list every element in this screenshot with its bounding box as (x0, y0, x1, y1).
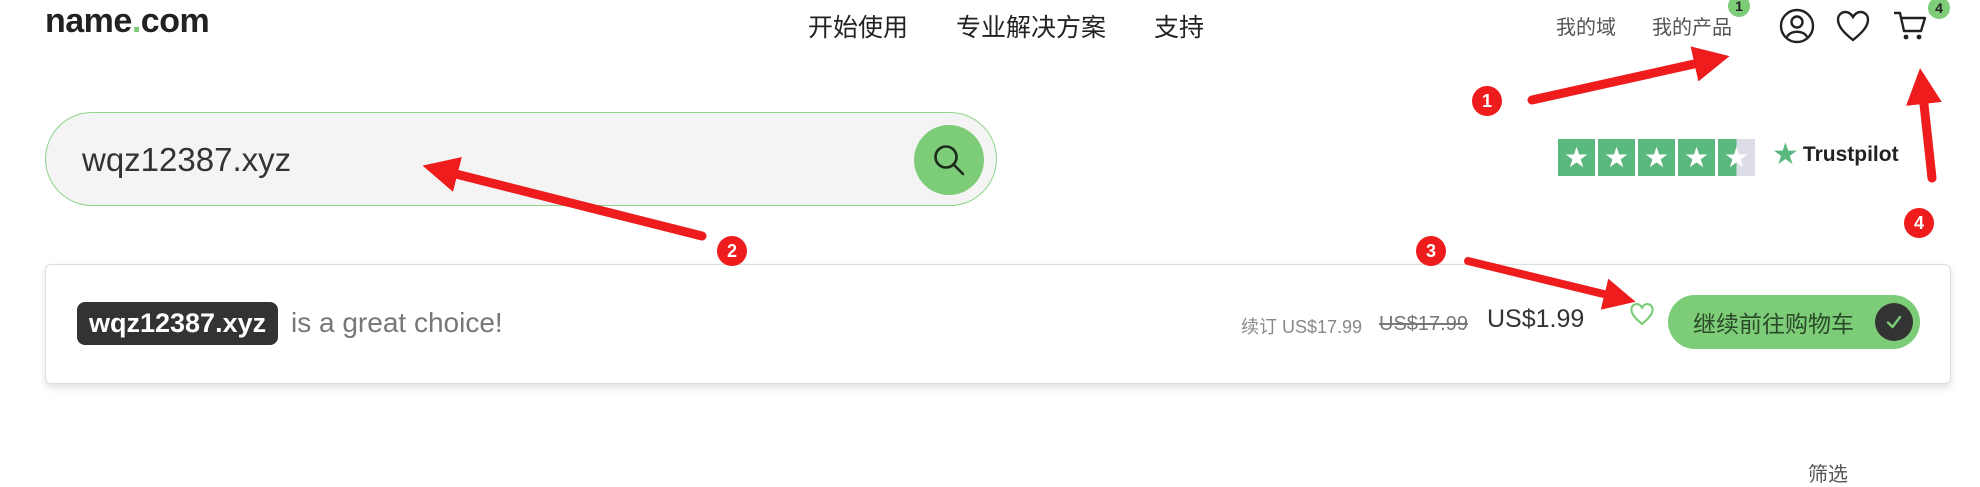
annotation-arrows (422, 46, 1942, 310)
trustpilot-rating: ★ ★ ★ ★ ★ (1558, 139, 1755, 176)
trustpilot-logo[interactable]: ★ Trustpilot (1772, 140, 1899, 170)
annotation-marker-4: 4 (1904, 208, 1934, 238)
nav-support[interactable]: 支持 (1154, 8, 1204, 44)
account-links: 我的域 我的产品 (1556, 11, 1732, 40)
annotation-marker-1: 1 (1472, 86, 1502, 116)
rating-star-icon: ★ (1678, 139, 1715, 176)
domain-search-input[interactable] (80, 135, 884, 185)
checkmark-icon (1875, 303, 1913, 341)
annotation-marker-3: 3 (1416, 236, 1446, 266)
annotation-arrow-4 (1906, 68, 1942, 183)
search-icon (934, 145, 965, 176)
sale-price: US$1.99 (1487, 305, 1585, 333)
domain-extension: .xyz (215, 308, 267, 338)
logo-dot: . (131, 2, 141, 40)
renewal-price: 续订 US$17.99 (1241, 317, 1363, 337)
trustpilot-star-icon: ★ (1772, 138, 1799, 171)
favorites-heart-icon[interactable] (1833, 6, 1873, 46)
domain-result-card: wqz12387.xyz is a great choice! 续订 US$17… (45, 264, 1951, 384)
nav-pro-solutions[interactable]: 专业解决方案 (956, 8, 1106, 44)
rating-star-icon: ★ (1638, 139, 1675, 176)
nav-get-started[interactable]: 开始使用 (808, 8, 908, 44)
site-logo[interactable]: name.com (45, 2, 210, 41)
annotation-marker-2: 2 (717, 236, 747, 266)
rating-star-icon: ★ (1598, 139, 1635, 176)
domain-name: wqz12387 (89, 308, 216, 338)
cart-count-badge: 4 (1928, 0, 1950, 19)
logo-name: name (45, 2, 132, 40)
search-button[interactable] (914, 125, 984, 195)
continue-to-cart-label: 继续前往购物车 (1693, 311, 1854, 337)
domain-name-badge: wqz12387.xyz (77, 302, 279, 345)
my-domains-link[interactable]: 我的域 (1556, 11, 1616, 40)
continue-to-cart-button[interactable]: 继续前往购物车 (1668, 295, 1920, 349)
add-favorite-heart-icon[interactable] (1629, 302, 1655, 331)
logo-tld: com (140, 2, 210, 40)
domain-search-bar (45, 112, 997, 206)
cart-icon[interactable] (1890, 6, 1930, 46)
account-icon[interactable] (1777, 6, 1817, 46)
annotation-arrow-1 (1527, 46, 1730, 105)
rating-star-icon: ★ (1558, 139, 1595, 176)
main-nav: 开始使用 专业解决方案 支持 (808, 8, 1204, 44)
rating-half-star-icon: ★ (1718, 139, 1755, 176)
products-count-badge: 1 (1728, 0, 1750, 17)
result-message: is a great choice! (291, 307, 503, 338)
original-price: US$17.99 (1379, 313, 1468, 335)
trustpilot-brand: Trustpilot (1802, 143, 1899, 166)
my-products-link[interactable]: 我的产品 (1652, 11, 1732, 40)
